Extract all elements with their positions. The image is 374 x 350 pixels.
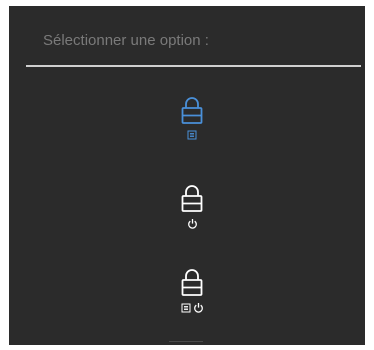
osd-menu-panel: Sélectionner une option : [9,6,365,345]
option-lock-menu-power[interactable] [164,268,220,334]
menu-icon [187,130,197,140]
option-lock-menu[interactable] [164,96,220,162]
power-icon [193,303,203,313]
lock-icon [181,269,203,296]
scroll-indicator [169,341,203,342]
option-lock-power[interactable] [164,184,220,250]
menu-title: Sélectionner une option : [43,32,209,49]
lock-icon [181,185,203,212]
lock-icon [181,97,203,124]
menu-icon [181,303,190,312]
power-icon [187,219,197,229]
title-divider [26,65,361,67]
